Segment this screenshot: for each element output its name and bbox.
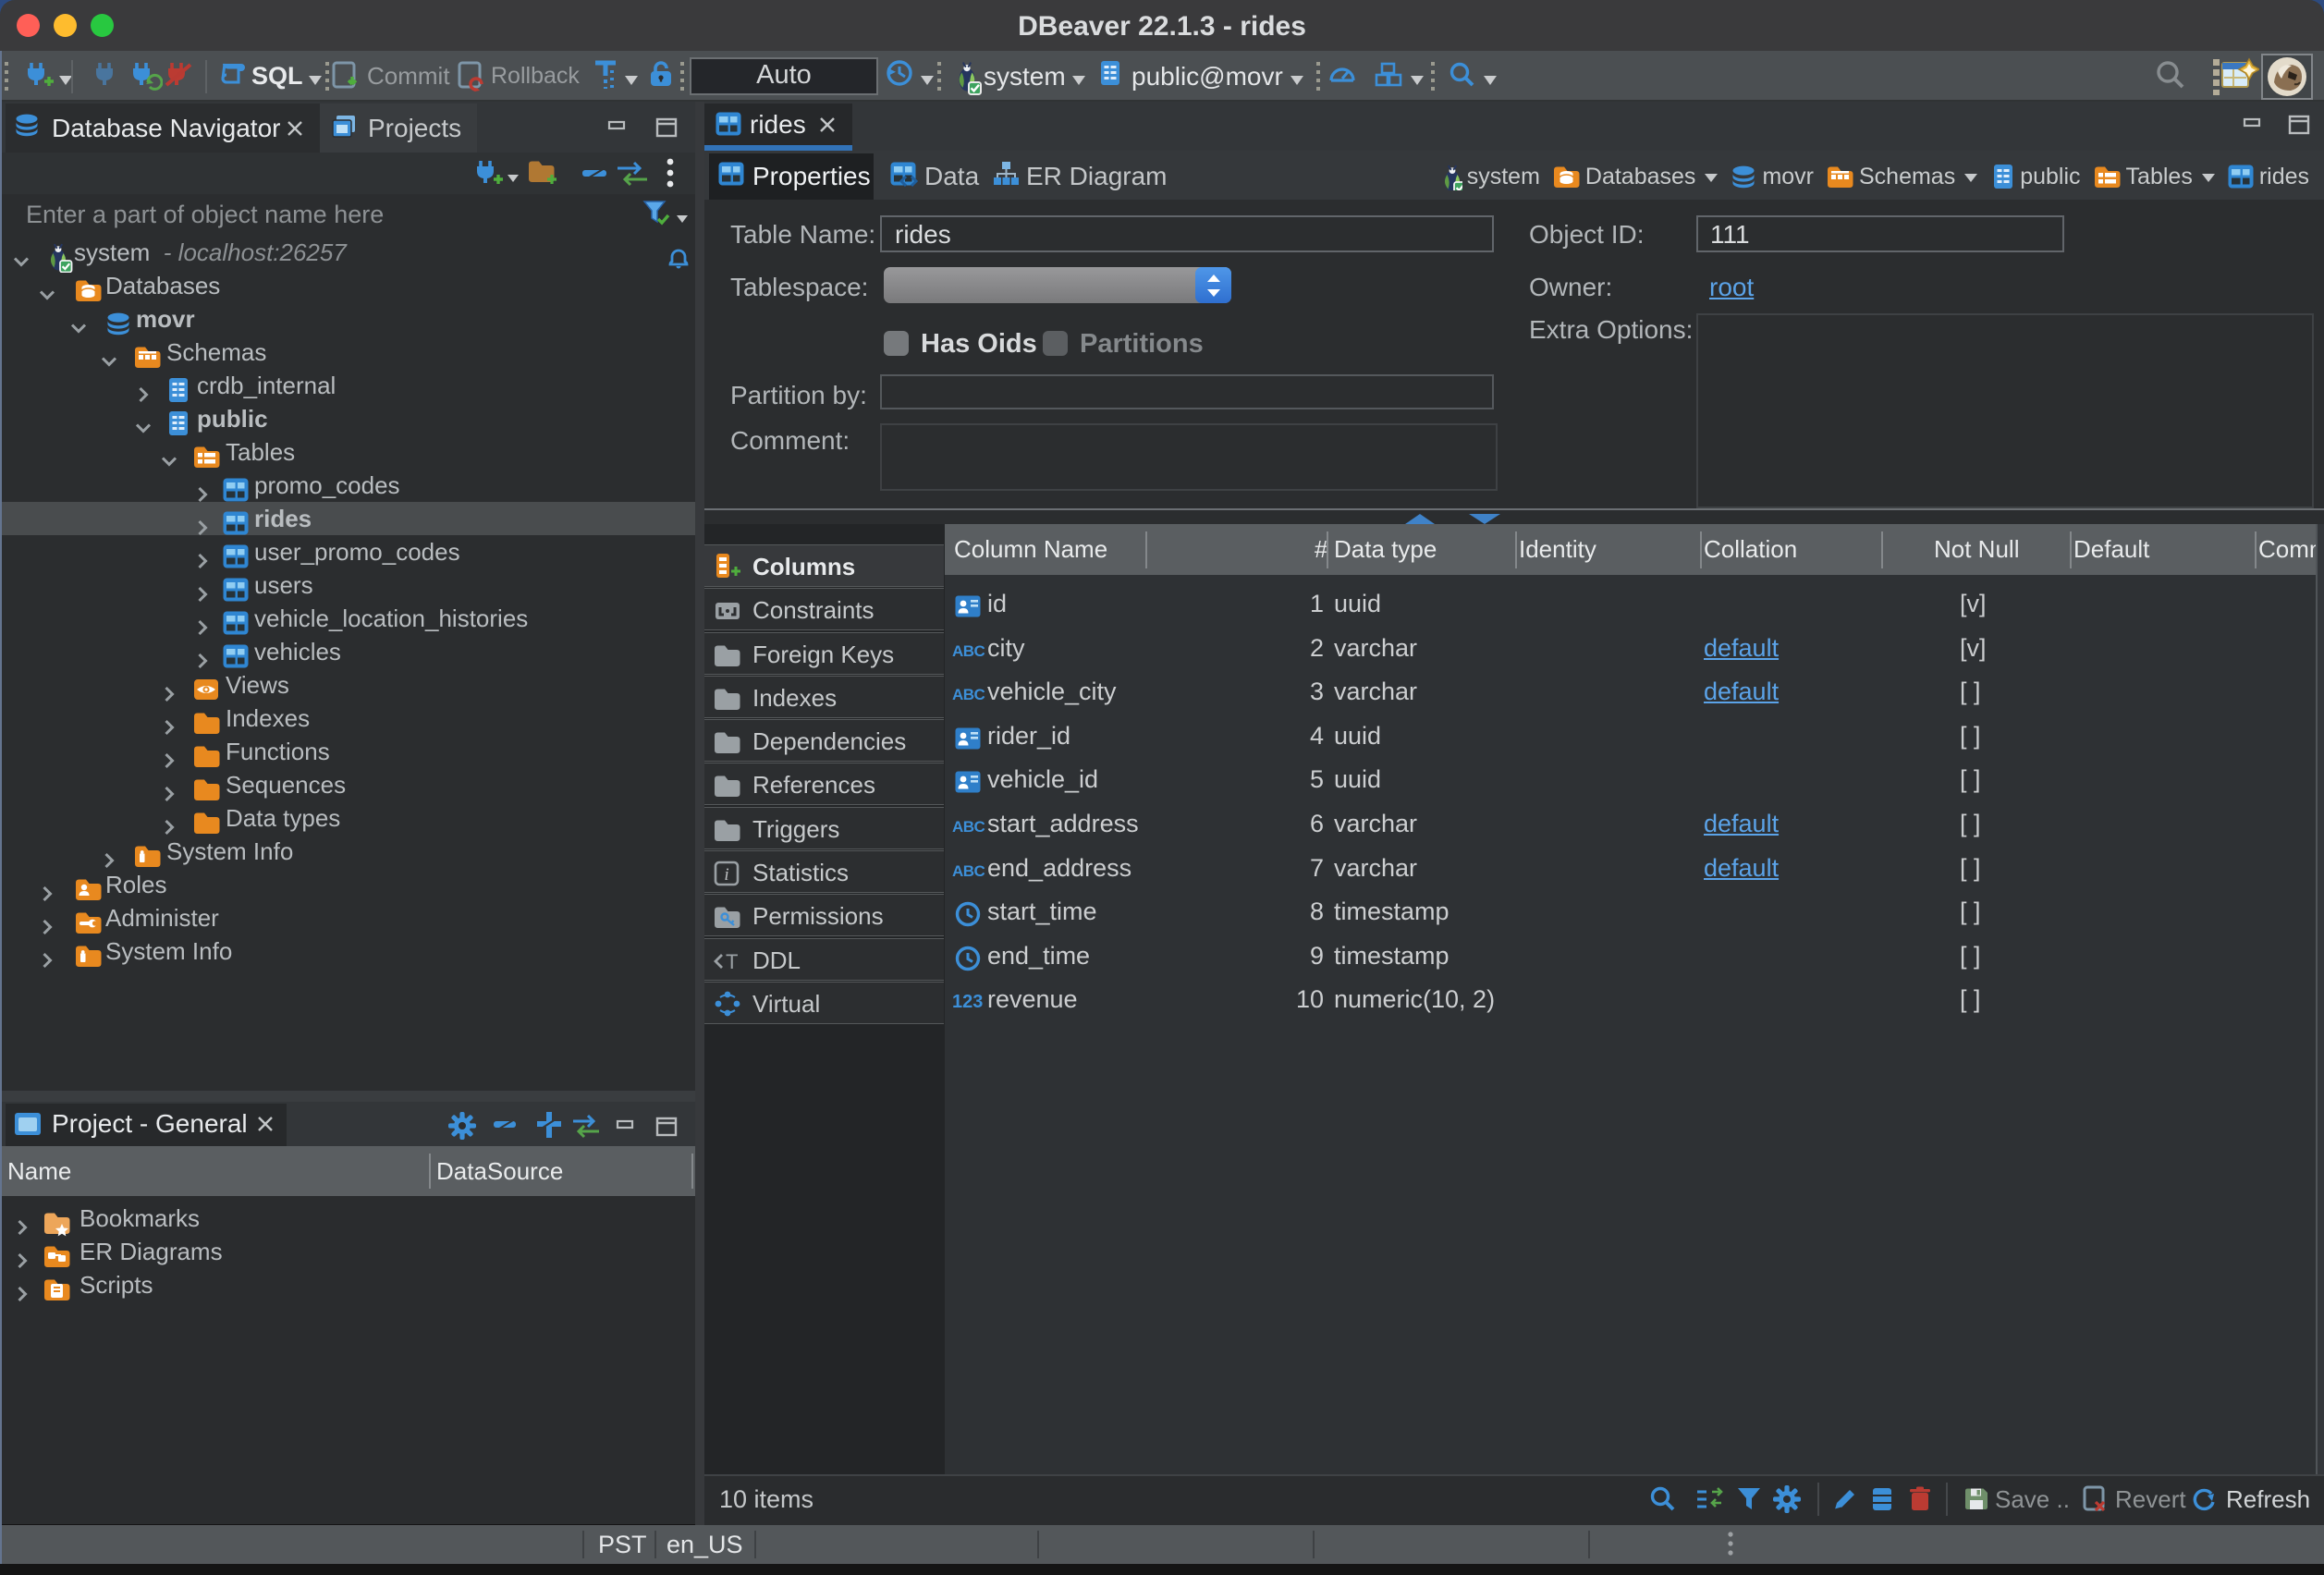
svg-text:T: T	[726, 950, 738, 973]
svg-text:i: i	[724, 865, 728, 885]
